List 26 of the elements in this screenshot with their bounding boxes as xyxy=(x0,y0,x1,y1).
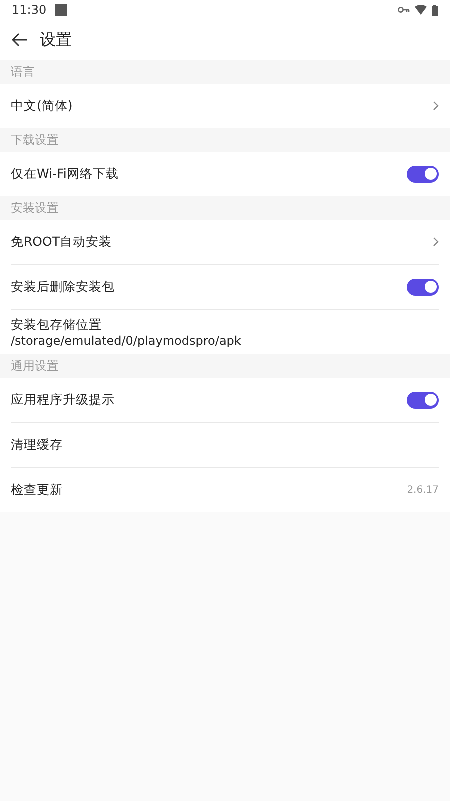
setting-path: /storage/emulated/0/playmodspro/apk xyxy=(11,334,242,348)
chevron-icon xyxy=(433,101,439,111)
back-button[interactable] xyxy=(12,33,28,47)
setting-label[interactable]: 安装后删除安装包 xyxy=(11,278,115,296)
setting-label[interactable]: 中文(简体) xyxy=(11,98,73,114)
setting-label[interactable]: 应用程序升级提示 xyxy=(11,392,115,408)
page-title: 设置 xyxy=(40,30,72,50)
section-header: 通用设置 xyxy=(0,354,450,378)
toggle-switch[interactable] xyxy=(407,166,439,182)
toggle-switch[interactable] xyxy=(407,278,439,296)
setting-label[interactable]: 安装包存储位置 xyxy=(11,317,242,334)
setting-label[interactable]: 清理缓存 xyxy=(11,436,63,454)
setting-label[interactable]: 检查更新 xyxy=(11,482,63,498)
status-time: 11:30 xyxy=(12,3,47,17)
wifi-icon xyxy=(415,5,427,15)
section-header: 语言 xyxy=(0,60,450,84)
chevron-icon xyxy=(433,237,439,247)
key-icon xyxy=(398,6,410,14)
setting-label[interactable]: 免ROOT自动安装 xyxy=(11,234,112,250)
section-header: 安装设置 xyxy=(0,196,450,220)
notification-icon xyxy=(54,4,67,16)
setting-label[interactable]: 仅在Wi-Fi网络下载 xyxy=(11,166,119,182)
battery-icon xyxy=(432,4,438,16)
toggle-switch[interactable] xyxy=(407,392,439,408)
version-text: 2.6.17 xyxy=(407,484,439,496)
section-header: 下载设置 xyxy=(0,128,450,152)
